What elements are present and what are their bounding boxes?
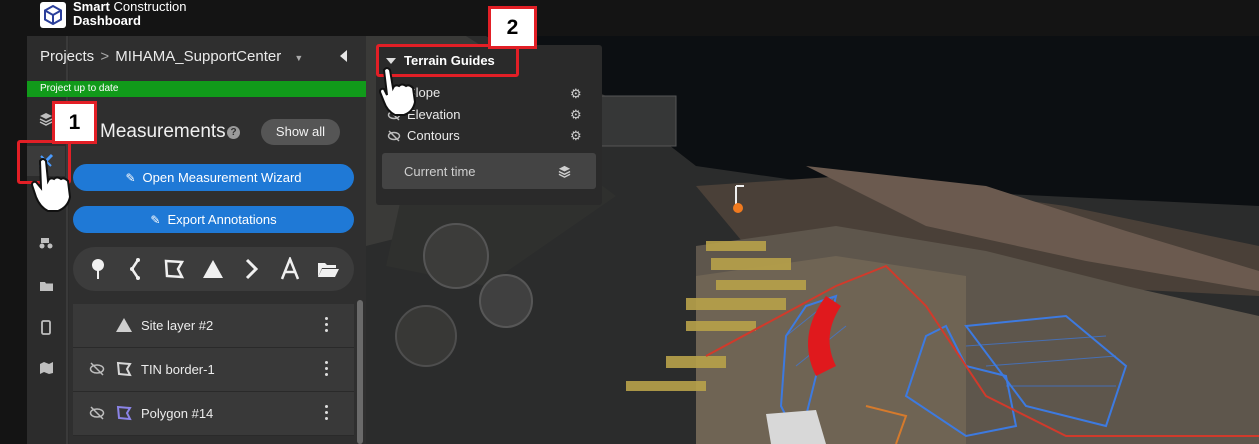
measurements-title: Measurements (100, 121, 226, 142)
list-item-label: Polygon #14 (141, 406, 214, 421)
mobile-icon[interactable] (27, 312, 65, 342)
point-tool-icon[interactable] (86, 257, 110, 281)
pointing-hand-icon (30, 158, 72, 212)
terrain-tool-icon[interactable] (201, 257, 225, 281)
callout-2: 2 (488, 6, 537, 49)
arrow-tool-icon[interactable] (239, 257, 263, 281)
list-item-label: Site layer #2 (141, 318, 214, 333)
project-status-bar: Project up to date (27, 81, 366, 97)
gear-icon[interactable]: ⚙ (570, 108, 583, 121)
open-measurement-wizard-button[interactable]: ✎ Open Measurement Wizard (73, 164, 354, 191)
eye-slash-icon[interactable] (89, 362, 105, 376)
more-options-icon[interactable] (325, 361, 329, 379)
list-item[interactable]: Site layer #2 (73, 304, 354, 348)
more-options-icon[interactable] (325, 405, 329, 423)
polygon-icon (116, 405, 132, 421)
app-title: Smart Construction Dashboard (73, 0, 187, 28)
map-icon[interactable] (27, 353, 65, 383)
eye-slash-icon[interactable] (387, 130, 401, 142)
list-item[interactable]: TIN border-1 (73, 348, 354, 392)
callout-1: 1 (52, 101, 97, 144)
folder-open-icon[interactable] (316, 257, 340, 281)
more-options-icon[interactable] (325, 317, 329, 335)
pencil-icon: ✎ (125, 171, 136, 185)
pointing-hand-icon (378, 67, 417, 116)
show-all-button[interactable]: Show all (261, 119, 340, 145)
export-annotations-button[interactable]: ✎ Export Annotations (73, 206, 354, 233)
rail-divider (66, 36, 68, 444)
gear-icon[interactable]: ⚙ (570, 87, 583, 100)
measurement-tools-bar (73, 247, 354, 291)
gear-icon[interactable]: ⚙ (570, 129, 583, 142)
chevron-down-icon[interactable]: ▼ (294, 53, 303, 63)
polygon-icon (116, 361, 132, 377)
machines-icon[interactable] (27, 228, 65, 258)
polygon-tool-icon[interactable] (162, 257, 186, 281)
list-item[interactable]: Polygon #14 (73, 392, 354, 436)
project-name[interactable]: MIHAMA_SupportCenter (115, 48, 281, 65)
breadcrumb-projects-link[interactable]: Projects (40, 48, 94, 65)
text-tool-icon[interactable] (278, 257, 302, 281)
left-nav-rail (27, 36, 69, 444)
current-time-label: Current time (404, 164, 476, 179)
terrain-item-contours[interactable]: Contours (407, 128, 460, 143)
current-time-selector[interactable]: Current time (382, 153, 596, 189)
breadcrumb-separator: > (100, 48, 110, 65)
list-item-label: TIN border-1 (141, 362, 215, 377)
folder-icon[interactable] (27, 271, 65, 301)
triangle-icon (116, 318, 132, 332)
polyline-tool-icon[interactable] (124, 257, 148, 281)
eye-slash-icon[interactable] (89, 406, 105, 420)
pencil-icon: ✎ (150, 213, 161, 227)
breadcrumb: Projects > MIHAMA_SupportCenter ▼ (40, 48, 360, 65)
help-icon[interactable]: ? (227, 126, 240, 139)
layers-icon (558, 165, 571, 178)
collapse-panel-icon[interactable] (340, 50, 347, 62)
app-logo-icon[interactable] (40, 2, 66, 28)
panel-scrollbar[interactable] (357, 300, 363, 444)
top-bar: Smart Construction Dashboard (0, 0, 1259, 36)
